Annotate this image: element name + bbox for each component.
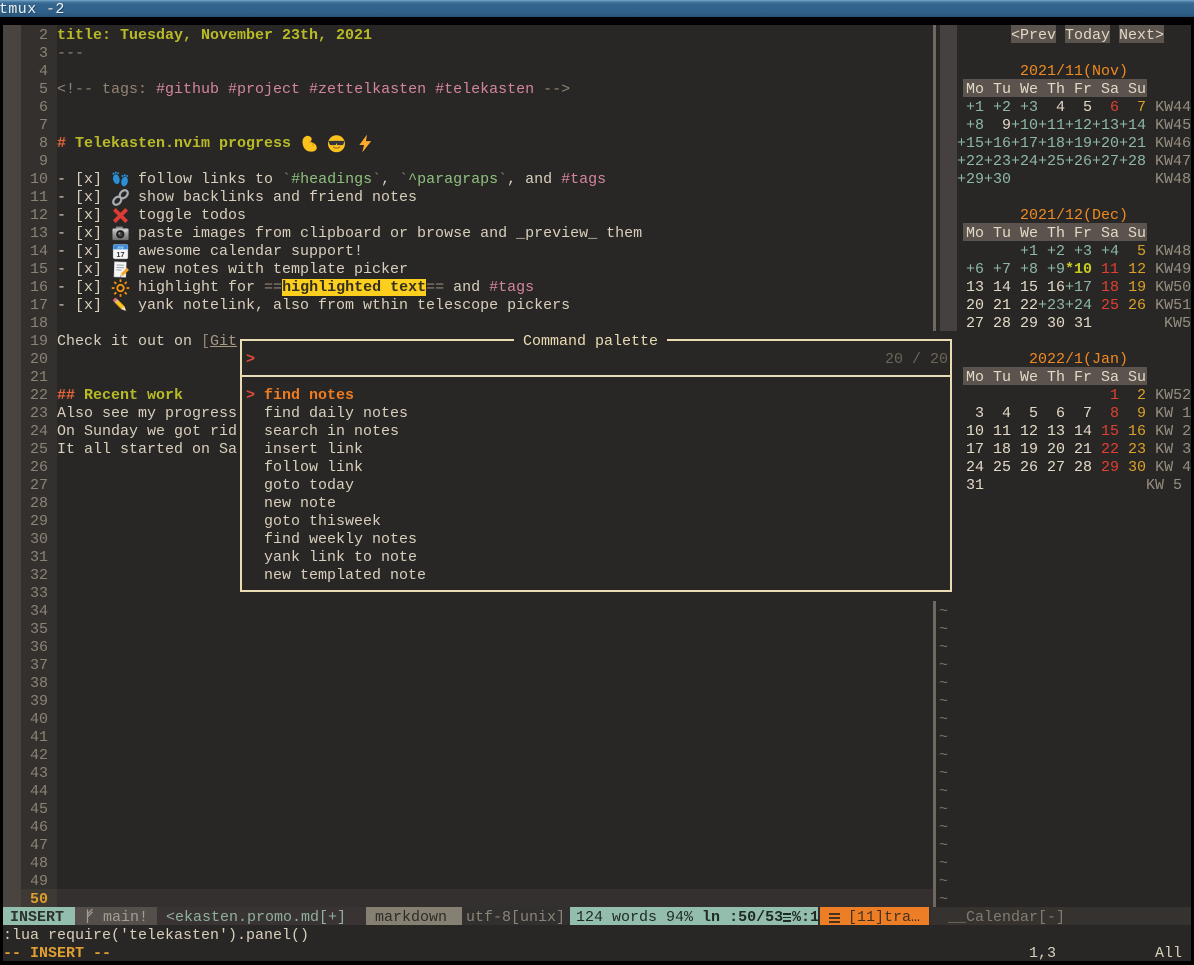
svg-text:17: 17 (116, 250, 124, 259)
